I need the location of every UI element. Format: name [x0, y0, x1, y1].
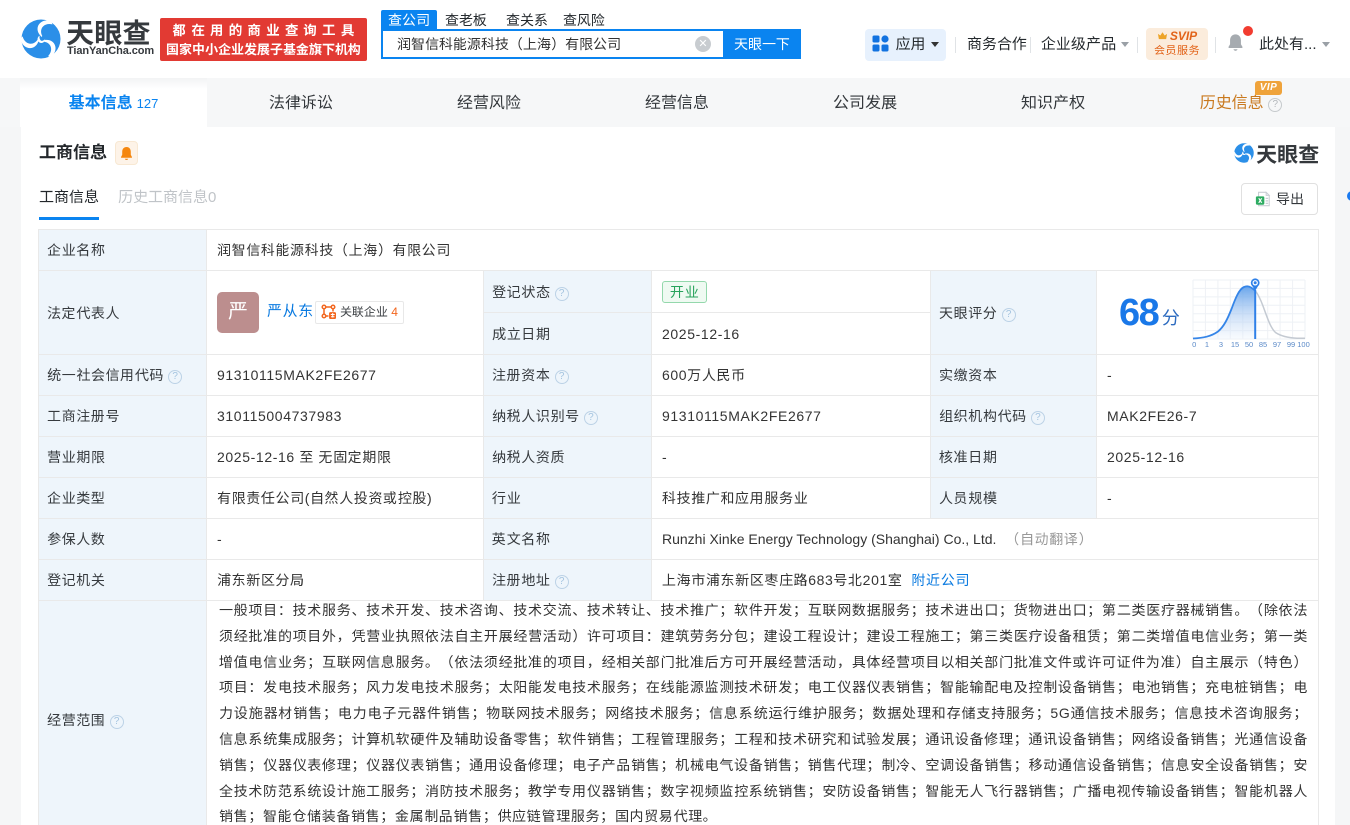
svg-text:85: 85: [1259, 340, 1267, 349]
svg-text:100: 100: [1297, 340, 1310, 349]
svg-text:99: 99: [1287, 340, 1295, 349]
svg-text:0: 0: [1192, 340, 1196, 349]
svg-text:50: 50: [1245, 340, 1253, 349]
svg-text:97: 97: [1273, 340, 1281, 349]
svg-text:3: 3: [1219, 340, 1223, 349]
svg-text:1: 1: [1205, 340, 1209, 349]
svg-text:15: 15: [1231, 340, 1239, 349]
